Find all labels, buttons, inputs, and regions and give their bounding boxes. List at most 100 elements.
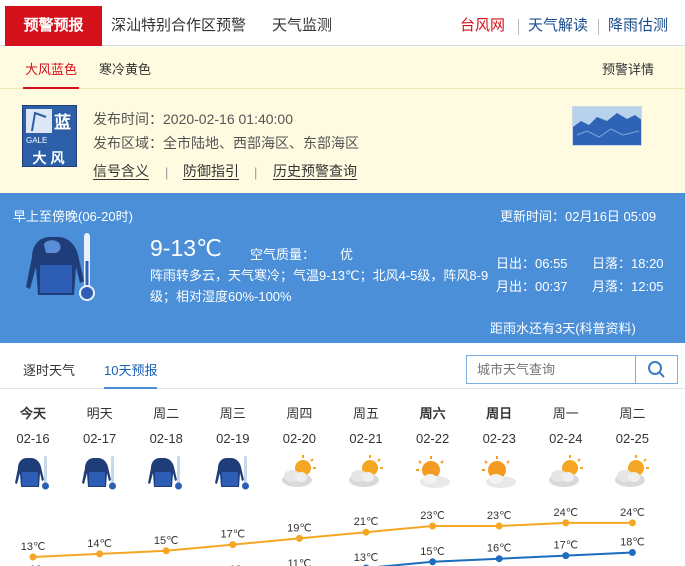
forecast-period: 早上至傍晚(06-20时)	[13, 209, 133, 224]
city-search	[466, 355, 678, 384]
issue-time: 发布时间：2020-02-16 01:40:00	[93, 111, 293, 127]
high-temp-point	[295, 534, 303, 542]
defense-guide-link[interactable]: 防御指引	[183, 163, 239, 180]
high-temp-point	[429, 522, 437, 530]
nav-shenshan-warning[interactable]: 深汕特别合作区预警	[111, 6, 246, 46]
forecast-day: 明天 02-17	[67, 389, 133, 499]
nav-weather-monitor[interactable]: 天气监测	[272, 6, 332, 46]
low-temp-point	[628, 549, 636, 556]
rain-coat-icon	[13, 455, 53, 491]
day-name: 今天	[19, 406, 46, 421]
day-date: 02-25	[615, 431, 650, 446]
warning-en-name: GALE	[26, 136, 48, 145]
high-temp-label: 17℃	[221, 529, 246, 541]
low-temp-label: 17℃	[554, 540, 579, 552]
high-temp-point	[229, 541, 237, 549]
rain-coat-icon	[146, 455, 186, 491]
high-temp-line	[32, 521, 633, 558]
nav-typhoon[interactable]: 台风网	[460, 6, 505, 46]
tab-hourly[interactable]: 逐时天气	[23, 343, 75, 389]
gale-warning-icon: 蓝 GALE 大风	[22, 105, 77, 167]
day-name: 周四	[286, 406, 313, 421]
day-name: 周一	[552, 406, 579, 421]
day-name: 周六	[419, 406, 446, 421]
day-date: 02-24	[549, 431, 583, 446]
high-temp-point	[362, 528, 370, 536]
current-temperature: 9-13℃	[150, 235, 222, 261]
high-temp-point	[495, 522, 503, 530]
day-name: 周三	[219, 406, 246, 421]
high-temp-point	[96, 550, 104, 558]
sunset-time: 日落：18:20	[592, 256, 664, 271]
tab-10-day[interactable]: 10天预报	[104, 343, 158, 389]
high-temp-label: 14℃	[87, 538, 112, 550]
partly-cloudy-icon	[346, 455, 386, 491]
warning-detail-link[interactable]: 预警详情	[602, 47, 654, 89]
high-temp-label: 23℃	[487, 510, 512, 522]
day-date: 02-19	[216, 431, 250, 446]
low-temp-label: 13℃	[354, 552, 379, 564]
sunny-cloudy-icon	[413, 455, 453, 491]
day-date: 02-21	[349, 431, 383, 446]
tab-cold-yellow[interactable]: 寒冷黄色	[99, 47, 151, 89]
day-date: 02-20	[282, 431, 317, 446]
high-temp-label: 15℃	[154, 535, 179, 547]
sunrise-time: 日出：06:55	[496, 256, 568, 271]
partly-cloudy-icon	[546, 455, 586, 491]
top-nav: 预警预报 深汕特别合作区预警 天气监测 台风网 天气解读 降雨估测	[0, 0, 685, 46]
forecast-day: 周四 02-20	[266, 389, 332, 499]
nav-rain-estimate[interactable]: 降雨估测	[608, 6, 668, 46]
solar-term-link[interactable]: 距雨水还有3天(科普资料)	[490, 318, 636, 337]
partly-cloudy-icon	[612, 455, 652, 491]
low-temp-label: 18℃	[620, 537, 645, 549]
moonrise-time: 月出：00:37	[496, 279, 568, 294]
high-temp-label: 24℃	[554, 507, 579, 519]
search-icon	[648, 361, 665, 378]
day-name: 周二	[619, 406, 646, 421]
nav-weather-analysis[interactable]: 天气解读	[528, 6, 588, 46]
day-name: 周五	[352, 406, 379, 421]
weather-description: 阵雨转多云，天气寒冷；气温9-13℃；北风4-5级，阵风8-9级；相对湿度60%…	[150, 268, 489, 304]
air-quality-label: 空气质量：	[250, 247, 316, 262]
rain-coat-icon	[80, 455, 120, 491]
warning-tabs: 大风蓝色 寒冷黄色 预警详情	[0, 47, 685, 89]
warning-panel: 蓝 GALE 大风 发布时间：2020-02-16 01:40:00 发布区域：…	[0, 89, 685, 193]
warning-cn-name: 大风	[32, 150, 69, 166]
rain-coat-icon	[22, 231, 102, 305]
temperature-trend-chart: 13℃14℃15℃17℃19℃21℃23℃23℃24℃24℃9℃9℃11℃13℃…	[21, 507, 645, 566]
day-date: 02-17	[82, 431, 117, 446]
forecast-day: 周一 02-24	[533, 389, 599, 499]
moonset-time: 月落：12:05	[592, 279, 664, 294]
nav-warning-forecast[interactable]: 预警预报	[5, 6, 102, 46]
day-date: 02-22	[415, 431, 450, 446]
warning-level: 蓝	[54, 113, 71, 132]
history-warning-link[interactable]: 历史预警查询	[273, 163, 357, 180]
tab-gale-blue[interactable]: 大风蓝色	[23, 47, 80, 89]
air-quality-value: 优	[340, 247, 354, 262]
low-temp-label: 15℃	[420, 546, 445, 558]
forecast-day: 周二 02-18	[133, 389, 199, 499]
low-temp-point	[495, 555, 503, 563]
signal-meaning-link[interactable]: 信号含义	[93, 163, 149, 180]
forecast-day: 今天 02-16	[0, 389, 66, 499]
forecast-tabs: 逐时天气 10天预报	[0, 343, 685, 389]
low-temp-line	[376, 551, 633, 566]
warning-area-map[interactable]	[572, 106, 642, 146]
day-name: 周日	[486, 406, 513, 421]
link-divider: |	[254, 165, 258, 180]
rain-coat-icon	[213, 455, 253, 491]
current-weather-panel: 早上至傍晚(06-20时) 更新时间：02月16日 05:09 9-13℃ 空气…	[0, 193, 685, 343]
high-temp-label: 13℃	[21, 541, 46, 553]
high-temp-point	[562, 519, 570, 527]
high-temp-point	[29, 553, 37, 561]
high-temp-label: 21℃	[354, 516, 379, 528]
search-button[interactable]	[635, 356, 677, 383]
high-temp-point	[628, 519, 636, 527]
city-search-input[interactable]	[467, 356, 635, 383]
low-temp-label: 11℃	[288, 558, 312, 566]
partly-cloudy-icon	[279, 455, 319, 491]
high-temp-label: 19℃	[287, 522, 312, 534]
nav-divider	[598, 19, 599, 35]
forecast-day: 周日 02-23	[466, 389, 532, 499]
forecast-day: 周五 02-21	[333, 389, 399, 499]
